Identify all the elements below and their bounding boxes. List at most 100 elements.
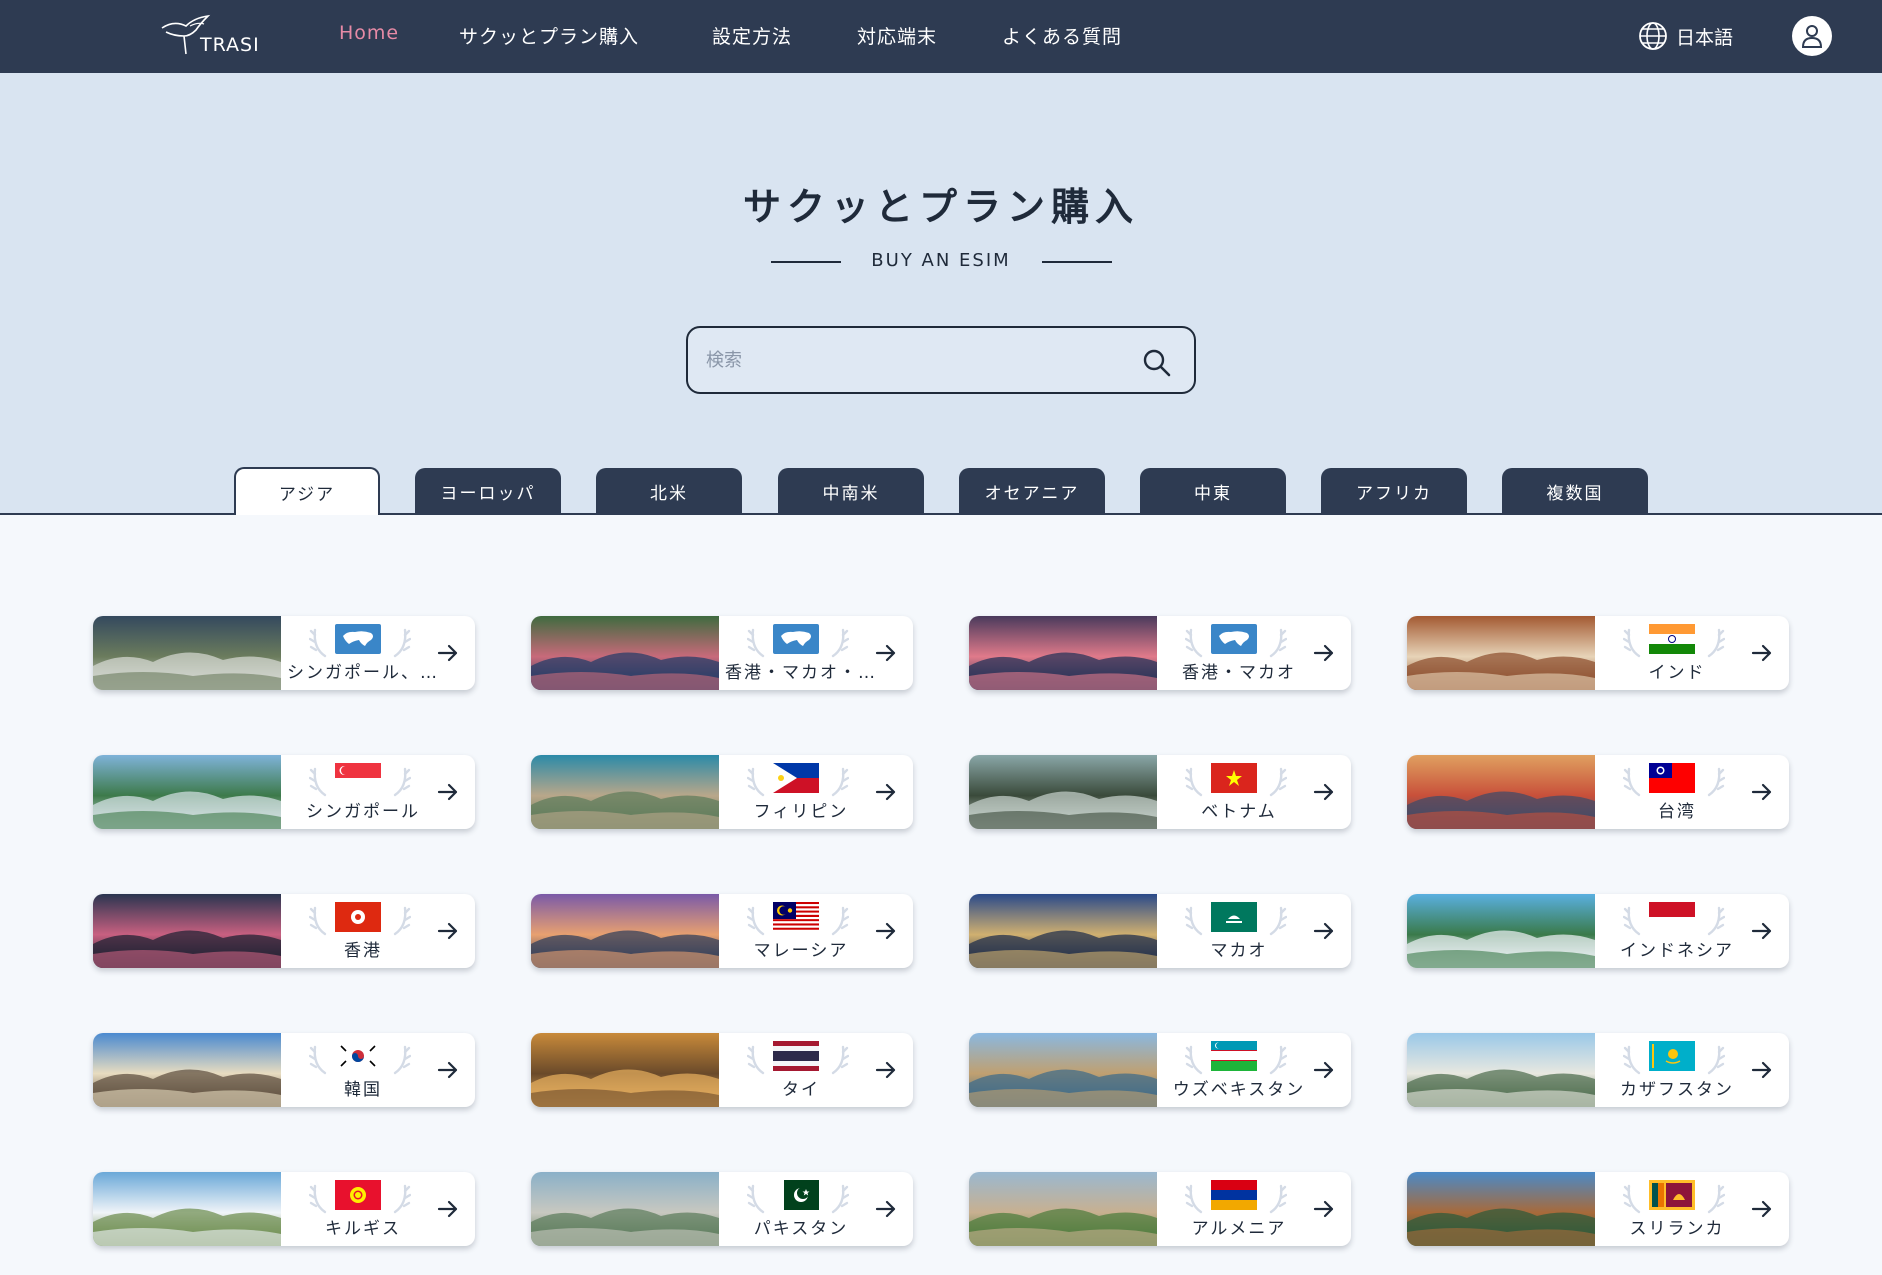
country-name: 香港・マカオ・中国	[725, 663, 877, 683]
country-card[interactable]: ウズベキスタン	[969, 1033, 1351, 1107]
laurel-right-icon	[1707, 1184, 1725, 1214]
destination-photo	[93, 1033, 281, 1107]
country-card[interactable]: ベトナム	[969, 755, 1351, 829]
nav-faq[interactable]: よくある質問	[1002, 22, 1122, 49]
laurel-left-icon	[747, 628, 765, 658]
destination-photo	[531, 1172, 719, 1246]
laurel-left-icon	[1185, 628, 1203, 658]
country-card[interactable]: インドネシア	[1407, 894, 1789, 968]
arrow-right-icon	[875, 644, 896, 662]
country-card[interactable]: パキスタン	[531, 1172, 913, 1246]
country-card[interactable]: インド	[1407, 616, 1789, 690]
laurel-left-icon	[1185, 1184, 1203, 1214]
nav-devices[interactable]: 対応端末	[857, 22, 937, 49]
arrow-right-icon	[1313, 922, 1334, 940]
laurel-left-icon	[1623, 1045, 1641, 1075]
country-name: ベトナム	[1201, 802, 1277, 822]
laurel-right-icon	[393, 767, 411, 797]
country-card[interactable]: 香港・マカオ・中国	[531, 616, 913, 690]
destination-photo	[969, 1172, 1157, 1246]
arrow-right-icon	[875, 922, 896, 940]
nav-home[interactable]: Home	[339, 22, 399, 44]
country-card[interactable]: 香港・マカオ	[969, 616, 1351, 690]
flag-kyrgyzstan-icon	[335, 1180, 381, 1210]
flag-korea-icon	[335, 1041, 381, 1071]
tab-middle-east[interactable]: 中東	[1140, 468, 1286, 514]
laurel-right-icon	[1707, 767, 1725, 797]
country-card[interactable]: 韓国	[93, 1033, 475, 1107]
destination-photo	[531, 616, 719, 690]
arrow-right-icon	[437, 644, 458, 662]
tab-europe[interactable]: ヨーロッパ	[415, 468, 561, 514]
search-input[interactable]	[706, 342, 1126, 378]
arrow-right-icon	[437, 783, 458, 801]
nav-setup[interactable]: 設定方法	[712, 22, 792, 49]
country-card[interactable]: マカオ	[969, 894, 1351, 968]
country-name: キルギス	[325, 1219, 401, 1239]
country-name: 香港・マカオ	[1182, 663, 1296, 683]
language-selector[interactable]: 日本語	[1638, 18, 1733, 54]
tab-africa[interactable]: アフリカ	[1321, 468, 1467, 514]
destination-photo	[93, 1172, 281, 1246]
laurel-left-icon	[309, 1045, 327, 1075]
tab-north-america[interactable]: 北米	[596, 468, 742, 514]
language-label: 日本語	[1676, 26, 1734, 49]
country-name: シンガポール、マ...	[287, 663, 439, 683]
country-card[interactable]: アルメニア	[969, 1172, 1351, 1246]
country-card[interactable]: 台湾	[1407, 755, 1789, 829]
destination-photo	[1407, 894, 1595, 968]
arrow-right-icon	[437, 922, 458, 940]
logo[interactable]: TRASI	[160, 14, 264, 58]
page-subtitle: BUY AN ESIM	[871, 250, 1011, 271]
laurel-right-icon	[831, 1184, 849, 1214]
country-card[interactable]: 香港	[93, 894, 475, 968]
hero-section: サクッとプラン購入 BUY AN ESIM	[0, 73, 1882, 514]
country-card[interactable]: キルギス	[93, 1172, 475, 1246]
country-name: 台湾	[1658, 802, 1696, 822]
destination-photo	[1407, 755, 1595, 829]
country-name: 韓国	[344, 1080, 382, 1100]
arrow-right-icon	[1751, 922, 1772, 940]
laurel-right-icon	[1707, 628, 1725, 658]
laurel-right-icon	[393, 628, 411, 658]
destination-photo	[531, 894, 719, 968]
laurel-left-icon	[1185, 767, 1203, 797]
arrow-right-icon	[1313, 1200, 1334, 1218]
laurel-left-icon	[747, 1184, 765, 1214]
flag-asia-map-icon	[335, 624, 381, 654]
laurel-left-icon	[309, 628, 327, 658]
country-card[interactable]: フィリピン	[531, 755, 913, 829]
country-card[interactable]: スリランカ	[1407, 1172, 1789, 1246]
tab-oceania[interactable]: オセアニア	[959, 468, 1105, 514]
arrow-right-icon	[1751, 783, 1772, 801]
subtitle-divider-right	[1042, 261, 1112, 263]
nav-buy-plan[interactable]: サクッとプラン購入	[459, 22, 639, 49]
arrow-right-icon	[875, 1200, 896, 1218]
country-card[interactable]: タイ	[531, 1033, 913, 1107]
user-account-button[interactable]	[1792, 16, 1832, 56]
country-name: シンガポール	[306, 802, 420, 822]
laurel-right-icon	[1707, 1045, 1725, 1075]
laurel-left-icon	[1185, 1045, 1203, 1075]
navbar: TRASI Home サクッとプラン購入 設定方法 対応端末 よくある質問 日本…	[0, 0, 1882, 73]
country-card[interactable]: シンガポール	[93, 755, 475, 829]
country-card[interactable]: マレーシア	[531, 894, 913, 968]
flag-kazakhstan-icon	[1649, 1041, 1695, 1071]
search-icon[interactable]	[1142, 348, 1172, 378]
tab-asia[interactable]: アジア	[234, 467, 380, 515]
tab-latin-america[interactable]: 中南米	[778, 468, 924, 514]
tab-multi-country[interactable]: 複数国	[1502, 468, 1648, 514]
page-title: サクッとプラン購入	[742, 185, 1139, 229]
country-card[interactable]: シンガポール、マ...	[93, 616, 475, 690]
destination-photo	[969, 894, 1157, 968]
laurel-left-icon	[1623, 1184, 1641, 1214]
destination-photo	[93, 894, 281, 968]
country-name: 香港	[344, 941, 382, 961]
destination-photo	[1407, 1172, 1595, 1246]
country-card[interactable]: カザフスタン	[1407, 1033, 1789, 1107]
flag-pakistan-icon	[773, 1180, 819, 1210]
country-name: マレーシア	[753, 941, 849, 961]
destination-photo	[969, 755, 1157, 829]
flag-asia-map-icon	[773, 624, 819, 654]
arrow-right-icon	[1313, 644, 1334, 662]
